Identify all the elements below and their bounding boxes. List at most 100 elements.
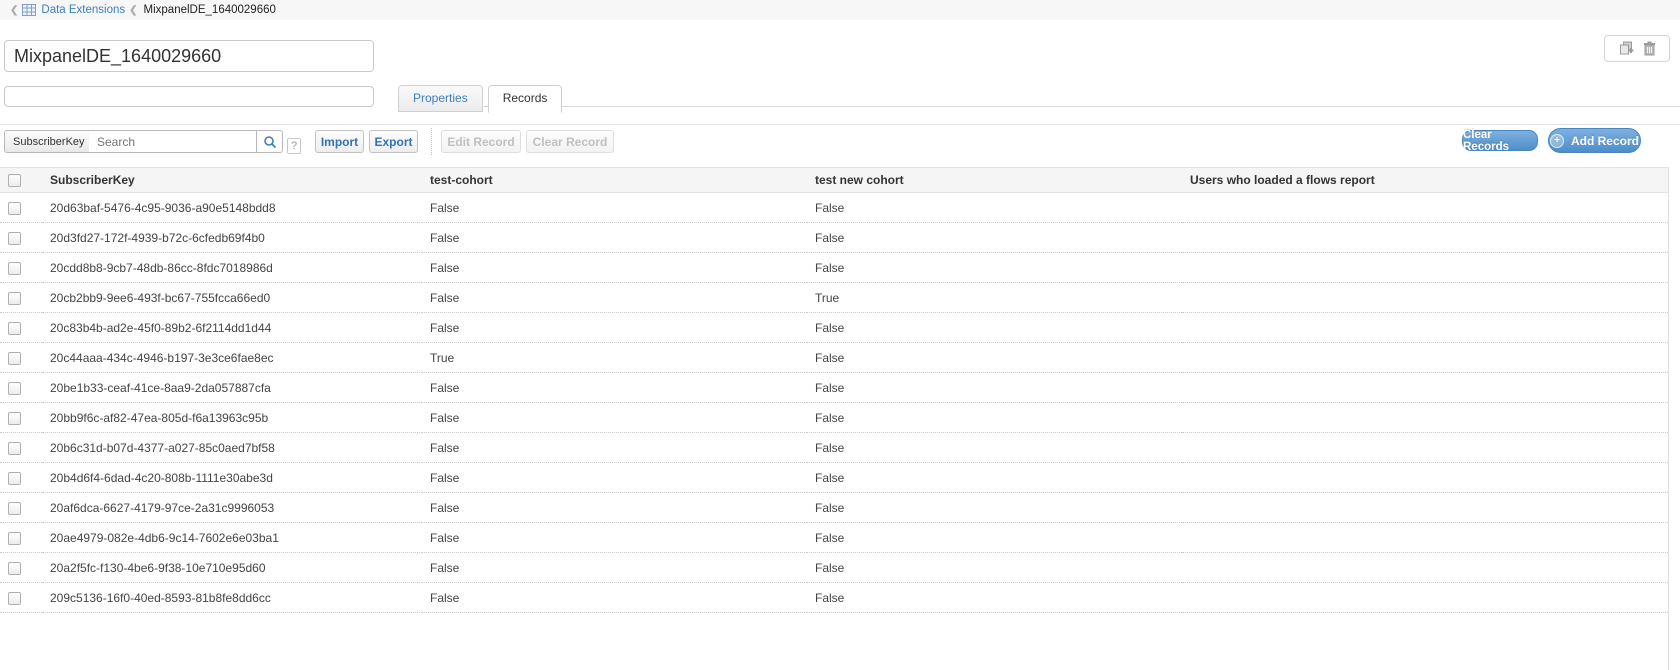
table-row: 20b6c31d-b07d-4377-a027-85c0aed7bf58 Fal…: [0, 433, 1668, 463]
column-header-users-flows-report: Users who loaded a flows report: [1182, 168, 1668, 193]
records-table-body: 20d63baf-5476-4c95-9036-a90e5148bdd8 Fal…: [0, 193, 1668, 613]
search-input[interactable]: [89, 130, 257, 153]
cell-test-cohort: False: [422, 223, 807, 253]
records-toolbar: SubscriberKey ▾ ? Import Export Edit Rec…: [0, 130, 1680, 156]
cell-test-new-cohort: False: [807, 463, 1182, 493]
row-checkbox[interactable]: [8, 592, 21, 605]
table-row: 20be1b33-ceaf-41ce-8aa9-2da057887cfa Fal…: [0, 373, 1668, 403]
table-row: 20c83b4b-ad2e-45f0-89b2-6f2114dd1d44 Fal…: [0, 313, 1668, 343]
cell-test-new-cohort: False: [807, 223, 1182, 253]
cell-users-flows-report: [1182, 373, 1668, 403]
cell-test-cohort: False: [422, 253, 807, 283]
row-checkbox[interactable]: [8, 532, 21, 545]
cell-test-cohort: False: [422, 193, 807, 223]
cell-users-flows-report: [1182, 493, 1668, 523]
cell-test-new-cohort: False: [807, 433, 1182, 463]
cell-subscriberkey: 20b4d6f4-6dad-4c20-808b-1111e30abe3d: [42, 463, 422, 493]
cell-subscriberkey: 20d3fd27-172f-4939-b72c-6cfedb69f4b0: [42, 223, 422, 253]
breadcrumb: ❮ Data Extensions ❮ MixpanelDE_164002966…: [0, 0, 1680, 20]
help-icon[interactable]: ?: [287, 138, 301, 154]
tabs: Properties Records: [398, 84, 562, 112]
cell-subscriberkey: 20a2f5fc-f130-4be6-9f38-10e710e95d60: [42, 553, 422, 583]
cell-test-cohort: True: [422, 343, 807, 373]
cell-test-new-cohort: True: [807, 283, 1182, 313]
row-checkbox[interactable]: [8, 232, 21, 245]
breadcrumb-data-extensions-link[interactable]: Data Extensions: [41, 4, 125, 16]
cell-users-flows-report: [1182, 253, 1668, 283]
cell-test-new-cohort: False: [807, 553, 1182, 583]
cell-test-new-cohort: False: [807, 523, 1182, 553]
cell-subscriberkey: 20b6c31d-b07d-4377-a027-85c0aed7bf58: [42, 433, 422, 463]
cell-subscriberkey: 20cdd8b8-9cb7-48db-86cc-8fdc7018986d: [42, 253, 422, 283]
column-header-test-cohort: test-cohort: [422, 168, 807, 193]
clear-record-button[interactable]: Clear Record: [526, 130, 614, 153]
cell-test-cohort: False: [422, 313, 807, 343]
row-checkbox[interactable]: [8, 472, 21, 485]
cell-test-new-cohort: False: [807, 373, 1182, 403]
cell-test-cohort: False: [422, 523, 807, 553]
cell-users-flows-report: [1182, 223, 1668, 253]
table-row: 20bb9f6c-af82-47ea-805d-f6a13963c95b Fal…: [0, 403, 1668, 433]
records-table-container: SubscriberKey test-cohort test new cohor…: [0, 167, 1669, 670]
cell-test-new-cohort: False: [807, 193, 1182, 223]
select-all-checkbox[interactable]: [8, 174, 21, 187]
tab-properties[interactable]: Properties: [398, 85, 483, 112]
cell-test-cohort: False: [422, 403, 807, 433]
cell-test-new-cohort: False: [807, 403, 1182, 433]
row-checkbox[interactable]: [8, 202, 21, 215]
search-icon: [263, 135, 277, 149]
row-checkbox[interactable]: [8, 262, 21, 275]
cell-users-flows-report: [1182, 313, 1668, 343]
data-extension-grid-icon: [22, 4, 36, 16]
cell-test-new-cohort: False: [807, 583, 1182, 613]
delete-icon[interactable]: [1643, 41, 1656, 56]
row-checkbox[interactable]: [8, 442, 21, 455]
row-checkbox[interactable]: [8, 352, 21, 365]
header-action-group: [1604, 35, 1670, 62]
cell-subscriberkey: 20c83b4b-ad2e-45f0-89b2-6f2114dd1d44: [42, 313, 422, 343]
edit-record-button[interactable]: Edit Record: [441, 130, 521, 153]
cell-users-flows-report: [1182, 193, 1668, 223]
table-row: 20cb2bb9-9ee6-493f-bc67-755fcca66ed0 Fal…: [0, 283, 1668, 313]
row-checkbox[interactable]: [8, 382, 21, 395]
table-row: 20b4d6f4-6dad-4c20-808b-1111e30abe3d Fal…: [0, 463, 1668, 493]
cell-subscriberkey: 20af6dca-6627-4179-97ce-2a31c9996053: [42, 493, 422, 523]
cell-users-flows-report: [1182, 463, 1668, 493]
cell-subscriberkey: 20bb9f6c-af82-47ea-805d-f6a13963c95b: [42, 403, 422, 433]
cell-test-new-cohort: False: [807, 313, 1182, 343]
import-button[interactable]: Import: [315, 130, 364, 153]
data-extension-records-page: ❮ Data Extensions ❮ MixpanelDE_164002966…: [0, 0, 1680, 670]
cell-users-flows-report: [1182, 523, 1668, 553]
cell-test-new-cohort: False: [807, 343, 1182, 373]
table-row: 20cdd8b8-9cb7-48db-86cc-8fdc7018986d Fal…: [0, 253, 1668, 283]
cell-test-cohort: False: [422, 373, 807, 403]
cell-test-new-cohort: False: [807, 493, 1182, 523]
clear-records-button[interactable]: Clear Records: [1462, 130, 1538, 151]
tabbar-underline: [398, 106, 1680, 107]
extension-name-input[interactable]: [4, 40, 374, 72]
cell-users-flows-report: [1182, 583, 1668, 613]
tab-records[interactable]: Records: [488, 85, 563, 113]
row-checkbox[interactable]: [8, 562, 21, 575]
search-button[interactable]: [257, 130, 283, 153]
table-header-row: SubscriberKey test-cohort test new cohor…: [0, 168, 1668, 193]
row-checkbox[interactable]: [8, 322, 21, 335]
table-row: 20d3fd27-172f-4939-b72c-6cfedb69f4b0 Fal…: [0, 223, 1668, 253]
row-checkbox[interactable]: [8, 412, 21, 425]
cell-test-cohort: False: [422, 583, 807, 613]
export-button[interactable]: Export: [369, 130, 418, 153]
cell-test-cohort: False: [422, 493, 807, 523]
extension-description-input[interactable]: [4, 86, 374, 107]
breadcrumb-separator-icon: ❮: [129, 5, 137, 16]
cell-users-flows-report: [1182, 433, 1668, 463]
back-chevron-icon[interactable]: ❮: [10, 5, 18, 16]
add-record-button[interactable]: + Add Record: [1548, 128, 1641, 153]
table-row: 20af6dca-6627-4179-97ce-2a31c9996053 Fal…: [0, 493, 1668, 523]
cell-users-flows-report: [1182, 403, 1668, 433]
table-row: 209c5136-16f0-40ed-8593-81b8fe8dd6cc Fal…: [0, 583, 1668, 613]
row-checkbox[interactable]: [8, 502, 21, 515]
row-checkbox[interactable]: [8, 292, 21, 305]
breadcrumb-current-item: MixpanelDE_1640029660: [144, 4, 276, 16]
cell-test-cohort: False: [422, 283, 807, 313]
copy-icon[interactable]: [1619, 41, 1634, 56]
